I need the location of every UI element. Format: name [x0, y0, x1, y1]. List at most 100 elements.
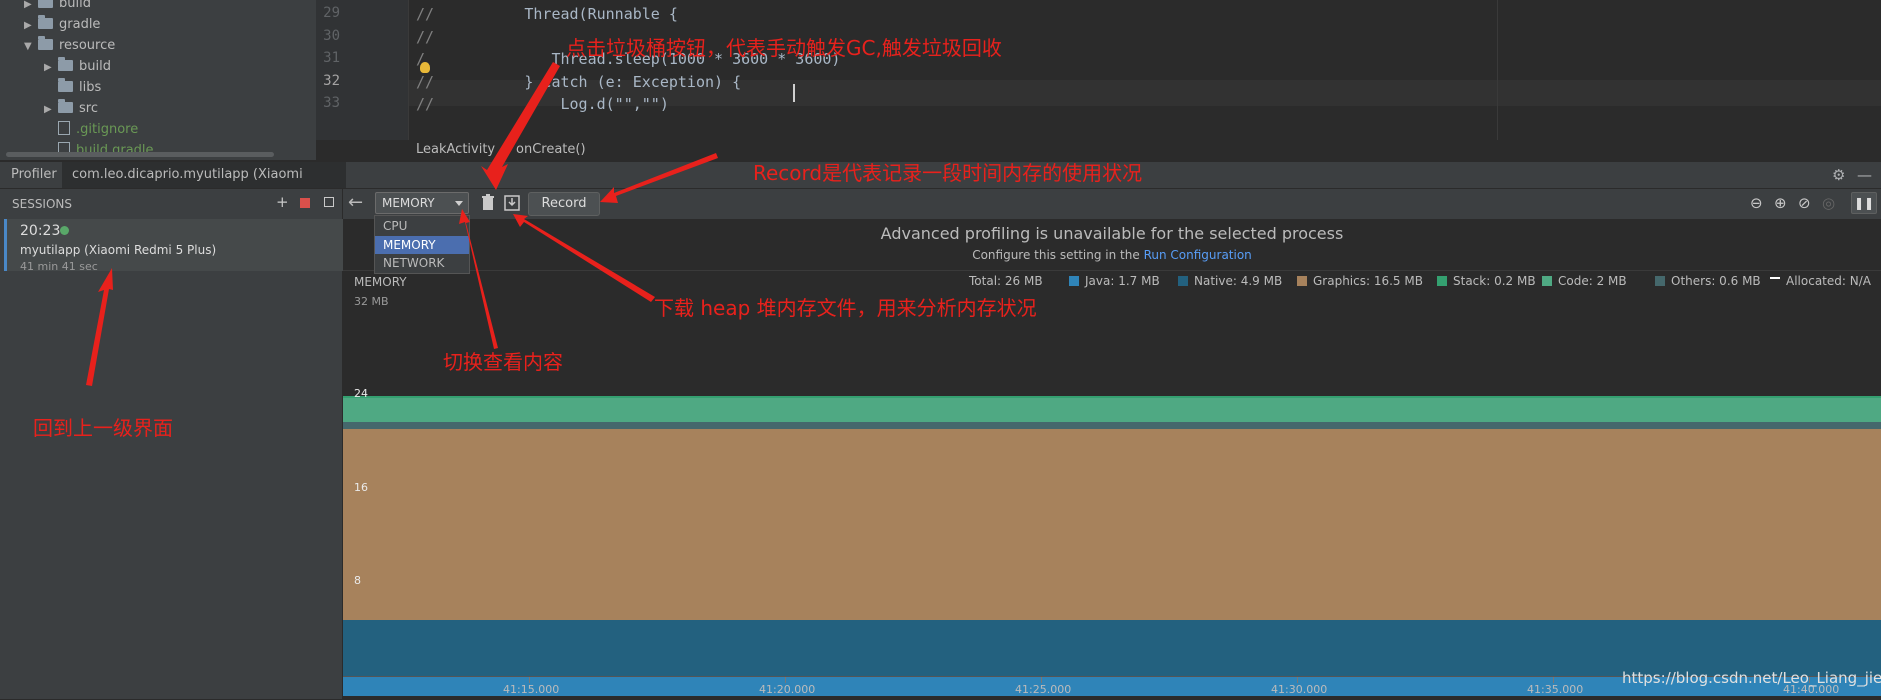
y-label-16: 16: [354, 481, 368, 494]
legend-native-label: Native: 4.9 MB: [1194, 274, 1283, 288]
legend-java-label: Java: 1.7 MB: [1085, 274, 1160, 288]
time-label: 41:25.000: [1015, 683, 1072, 696]
tree-item-label: gradle: [59, 17, 101, 32]
chevron-right-icon[interactable]: ▶: [44, 100, 58, 120]
annotation-record: Record是代表记录一段时间内存的使用状况: [753, 161, 1143, 185]
divider: [343, 270, 1881, 271]
reset-zoom-icon[interactable]: ⊘: [1798, 194, 1811, 212]
dropdown-option-memory[interactable]: MEMORY: [375, 236, 469, 254]
legend-native: Native: 4.9 MB: [1178, 274, 1282, 288]
breadcrumb-class[interactable]: LeakActivity: [416, 140, 495, 160]
memory-legend: Total: 26 MB Java: 1.7 MB Native: 4.9 MB…: [343, 274, 1876, 292]
tree-item-label: src: [79, 101, 98, 116]
stage-select-value: MEMORY: [382, 196, 435, 210]
line-number: 31: [323, 50, 340, 66]
add-session-icon[interactable]: +: [276, 193, 289, 211]
comment-marker: //: [416, 5, 435, 23]
code-line[interactable]: // Thread(Runnable {: [416, 1, 678, 27]
gear-icon[interactable]: ⚙: [1832, 166, 1845, 184]
file-icon: [58, 121, 70, 135]
minimize-icon[interactable]: —: [1857, 166, 1872, 184]
comment-marker: //: [416, 95, 435, 113]
watermark: https://blog.csdn.net/Leo_Liang_jie: [1622, 669, 1881, 687]
area-others: [343, 421, 1881, 429]
time-label: 41:30.000: [1271, 683, 1328, 696]
legend-stack-label: Stack: 0.2 MB: [1453, 274, 1536, 288]
tree-item-label: libs: [79, 80, 102, 95]
legend-swatch: [1437, 276, 1447, 286]
lightbulb-icon[interactable]: [420, 62, 430, 73]
session-item[interactable]: 20:23 myutilapp (Xiaomi Redmi 5 Plus) 41…: [4, 219, 345, 273]
legend-java: Java: 1.7 MB: [1069, 274, 1160, 288]
session-name: myutilapp (Xiaomi Redmi 5 Plus): [20, 243, 217, 257]
back-arrow-icon[interactable]: ←: [348, 192, 363, 213]
collapse-panel-icon[interactable]: [324, 197, 334, 207]
area-code: [343, 398, 1881, 422]
annotation-gc: 点击垃圾桶按钮，代表手动触发GC,触发垃圾回收: [566, 36, 1002, 60]
heap-dump-icon[interactable]: [503, 192, 521, 212]
zoom-in-icon[interactable]: ⊕: [1774, 194, 1787, 212]
legend-dash: [1770, 277, 1780, 282]
tree-item-label: build: [79, 59, 111, 74]
time-label: 41:15.000: [503, 683, 560, 696]
legend-swatch: [1178, 276, 1188, 286]
stop-session-icon[interactable]: [300, 198, 310, 208]
tree-item[interactable]: ▶ build: [24, 0, 91, 14]
code-text: Thread(Runnable {: [434, 5, 678, 23]
sessions-title: SESSIONS: [12, 197, 73, 211]
folder-icon: [58, 57, 73, 71]
dropdown-option-network[interactable]: NETWORK: [375, 254, 469, 272]
folder-icon: [38, 36, 53, 50]
legend-swatch: [1297, 276, 1307, 286]
memory-chart[interactable]: [343, 360, 1881, 696]
stage-select[interactable]: MEMORY: [375, 192, 469, 214]
comment-marker: //: [416, 72, 435, 91]
text-caret: [793, 84, 795, 102]
tab-profiler[interactable]: Profiler: [11, 162, 57, 188]
tree-item[interactable]: ▶ build: [44, 57, 111, 77]
line-number: 30: [323, 27, 340, 44]
chevron-right-icon[interactable]: ▶: [44, 58, 58, 78]
tab-process[interactable]: com.leo.dicaprio.myutilapp (Xiaomi Redmi…: [62, 162, 346, 208]
legend-others: Others: 0.6 MB: [1655, 274, 1761, 288]
tree-scrollbar[interactable]: [6, 152, 274, 157]
stage-dropdown-menu: CPU MEMORY NETWORK: [374, 215, 470, 274]
tree-item[interactable]: ▶ src: [44, 99, 98, 119]
advanced-profiling-message: Advanced profiling is unavailable for th…: [880, 224, 1344, 243]
tree-item[interactable]: build.gradle: [44, 141, 154, 160]
legend-swatch: [1542, 276, 1552, 286]
legend-code-label: Code: 2 MB: [1558, 274, 1627, 288]
legend-swatch: [1069, 276, 1079, 286]
chevron-right-icon[interactable]: ▶: [24, 0, 38, 15]
folder-icon: [38, 15, 53, 29]
session-duration: 41 min 41 sec: [20, 260, 98, 273]
tree-item[interactable]: libs: [44, 78, 101, 98]
line-number: 29: [323, 5, 340, 21]
trash-icon[interactable]: [480, 193, 496, 213]
pause-button[interactable]: ❚❚: [1851, 192, 1877, 214]
chevron-right-icon[interactable]: ▶: [24, 16, 38, 36]
time-label: 41:20.000: [759, 683, 816, 696]
legend-code: Code: 2 MB: [1542, 274, 1627, 288]
code-line[interactable]: // Log.d("",""): [416, 91, 669, 117]
time-label: 41:35.000: [1527, 683, 1584, 696]
jump-to-live-icon[interactable]: ◎: [1822, 194, 1835, 212]
zoom-out-icon[interactable]: ⊖: [1750, 194, 1763, 212]
tree-item[interactable]: .gitignore: [44, 120, 138, 140]
annotation-heap: 下载 heap 堆内存文件，用来分析内存状况: [654, 296, 1037, 320]
chevron-down-icon[interactable]: ▼: [24, 37, 38, 57]
tree-item[interactable]: ▼ resource: [24, 36, 115, 56]
dropdown-option-cpu[interactable]: CPU: [375, 217, 469, 235]
editor-gutter: 29 30 31 32 33: [316, 0, 408, 140]
profiler-toolbar: ← MEMORY Record ⊖ ⊕ ⊘ ◎ ❚❚: [343, 189, 1881, 220]
line-number: 32: [323, 72, 340, 89]
record-button[interactable]: Record: [528, 192, 600, 216]
area-graphics: [343, 428, 1881, 620]
project-tree: ▶ build ▶ gradle ▼ resource ▶ build libs ▶ src .git…: [0, 0, 316, 160]
run-configuration-link[interactable]: Run Configuration: [1144, 248, 1252, 262]
tree-item[interactable]: ▶ gradle: [24, 15, 100, 35]
tree-item-label: resource: [59, 38, 116, 53]
code-editor[interactable]: 29 30 31 32 33 // Thread(Runnable {/// Threa…: [316, 0, 1881, 160]
session-time: 20:23: [20, 223, 61, 239]
breadcrumb-method[interactable]: onCreate(): [516, 140, 586, 160]
